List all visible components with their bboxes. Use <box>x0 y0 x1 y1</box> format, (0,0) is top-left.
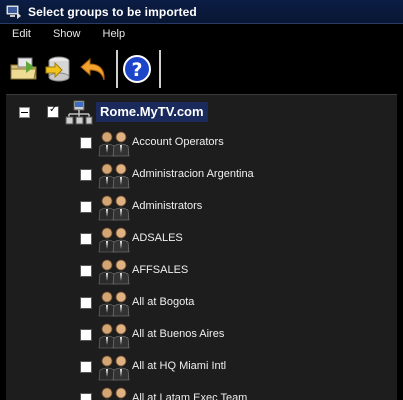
user-group-icon <box>95 353 133 381</box>
root-checkbox[interactable] <box>47 104 59 118</box>
toolbar: ? <box>0 44 403 94</box>
group-checkbox[interactable] <box>80 265 92 277</box>
database-import-icon <box>45 56 70 82</box>
tree-group-row[interactable]: Account Operators <box>6 128 386 158</box>
window-title: Select groups to be imported <box>28 4 197 19</box>
user-group-icon <box>95 129 133 157</box>
group-label[interactable]: AFFSALES <box>132 264 188 276</box>
import-folder-button[interactable] <box>8 51 40 87</box>
user-group-icon <box>95 289 133 317</box>
network-domain-icon <box>65 100 93 125</box>
group-label[interactable]: All at Buenos Aires <box>132 328 224 340</box>
undo-arrow-icon <box>80 57 105 81</box>
help-button[interactable]: ? <box>121 51 153 87</box>
database-import-button[interactable] <box>43 51 75 87</box>
group-label[interactable]: Account Operators <box>132 136 224 148</box>
group-checkbox[interactable] <box>80 393 92 400</box>
groups-tree[interactable]: Rome.MyTV.com Account Operators Administr… <box>6 94 397 400</box>
title-bar[interactable]: Select groups to be imported <box>0 0 403 24</box>
group-label[interactable]: All at Latam Exec Team <box>132 392 247 400</box>
tree-group-row[interactable]: ADSALES <box>6 224 386 254</box>
group-label[interactable]: Administrators <box>132 200 202 212</box>
toolbar-separator <box>159 50 161 88</box>
group-checkbox[interactable] <box>80 297 92 309</box>
root-label[interactable]: Rome.MyTV.com <box>96 102 208 122</box>
tree-group-row[interactable]: All at Buenos Aires <box>6 320 386 350</box>
group-checkbox[interactable] <box>80 201 92 213</box>
user-group-icon <box>95 161 133 189</box>
user-group-icon <box>95 225 133 253</box>
tree-group-row[interactable]: Administrators <box>6 192 386 222</box>
user-group-icon <box>95 193 133 221</box>
collapse-toggle[interactable] <box>19 107 30 118</box>
tree-group-row[interactable]: AFFSALES <box>6 256 386 286</box>
group-label[interactable]: All at HQ Miami Intl <box>132 360 226 372</box>
group-checkbox[interactable] <box>80 137 92 149</box>
tree-group-row[interactable]: All at HQ Miami Intl <box>6 352 386 382</box>
tree-group-row[interactable]: All at Bogota <box>6 288 386 318</box>
user-group-icon <box>95 321 133 349</box>
menu-help[interactable]: Help <box>103 28 126 40</box>
group-checkbox[interactable] <box>80 361 92 373</box>
group-checkbox[interactable] <box>80 329 92 341</box>
group-label[interactable]: Administracion Argentina <box>132 168 254 180</box>
tree-root-row[interactable]: Rome.MyTV.com <box>6 99 386 125</box>
menu-show[interactable]: Show <box>53 28 81 40</box>
undo-button[interactable] <box>78 51 110 87</box>
import-window-icon <box>6 5 21 19</box>
group-checkbox[interactable] <box>80 169 92 181</box>
menu-bar: Edit Show Help <box>0 24 403 44</box>
import-folder-icon <box>10 57 37 80</box>
user-group-icon <box>95 385 133 400</box>
import-groups-window: Select groups to be imported Edit Show H… <box>0 0 403 400</box>
group-label[interactable]: All at Bogota <box>132 296 194 308</box>
tree-group-row[interactable]: All at Latam Exec Team <box>6 384 386 400</box>
toolbar-separator <box>116 50 118 88</box>
group-checkbox[interactable] <box>80 233 92 245</box>
user-group-icon <box>95 257 133 285</box>
svg-text:?: ? <box>131 59 142 81</box>
help-icon: ? <box>123 55 151 83</box>
group-label[interactable]: ADSALES <box>132 232 183 244</box>
menu-edit[interactable]: Edit <box>12 28 31 40</box>
tree-group-row[interactable]: Administracion Argentina <box>6 160 386 190</box>
